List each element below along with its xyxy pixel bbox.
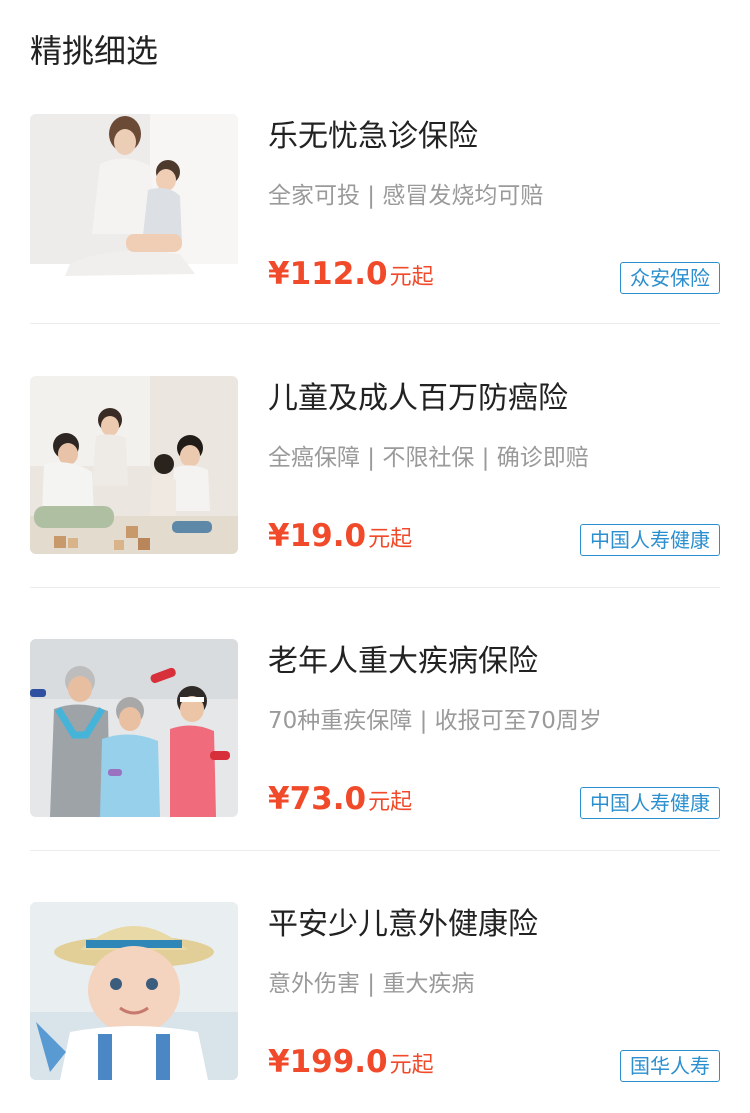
product-tags: 全癌保障 | 不限社保 | 确诊即赔 bbox=[268, 445, 589, 471]
section-title: 精挑细选 bbox=[30, 32, 159, 70]
product-price: ¥199.0元起 bbox=[268, 1044, 434, 1080]
price-amount: ¥112.0 bbox=[268, 256, 388, 292]
divider bbox=[30, 850, 720, 851]
insurer-badge: 中国人寿健康 bbox=[580, 524, 720, 556]
divider bbox=[30, 587, 720, 588]
price-amount: ¥199.0 bbox=[268, 1044, 388, 1080]
price-suffix: 元起 bbox=[368, 527, 413, 552]
product-name: 老年人重大疾病保险 bbox=[268, 644, 538, 679]
family-playing-blocks-photo bbox=[30, 376, 238, 554]
price-suffix: 元起 bbox=[389, 1053, 434, 1078]
product-name: 平安少儿意外健康险 bbox=[268, 907, 538, 942]
product-tags: 70种重疾保障 | 收报可至70周岁 bbox=[268, 708, 602, 734]
product-price: ¥112.0元起 bbox=[268, 256, 434, 292]
baby-with-hat-photo bbox=[30, 902, 238, 1080]
divider bbox=[30, 323, 720, 324]
price-suffix: 元起 bbox=[389, 265, 434, 290]
product-price: ¥73.0元起 bbox=[268, 781, 412, 817]
product-card[interactable]: 平安少儿意外健康险 意外伤害 | 重大疾病 ¥199.0元起 国华人寿 bbox=[30, 902, 720, 1102]
product-tags: 意外伤害 | 重大疾病 bbox=[268, 971, 475, 997]
product-tags: 全家可投 | 感冒发烧均可赔 bbox=[268, 183, 544, 209]
product-name: 乐无忧急诊保险 bbox=[268, 119, 478, 154]
product-card[interactable]: 老年人重大疾病保险 70种重疾保障 | 收报可至70周岁 ¥73.0元起 中国人… bbox=[30, 639, 720, 839]
product-name: 儿童及成人百万防癌险 bbox=[268, 381, 568, 416]
price-amount: ¥73.0 bbox=[268, 781, 367, 817]
insurer-badge: 众安保险 bbox=[620, 262, 720, 294]
product-card[interactable]: 儿童及成人百万防癌险 全癌保障 | 不限社保 | 确诊即赔 ¥19.0元起 中国… bbox=[30, 376, 720, 576]
product-card[interactable]: 乐无忧急诊保险 全家可投 | 感冒发烧均可赔 ¥112.0元起 众安保险 bbox=[30, 114, 720, 314]
product-list-page: 精挑细选 乐无忧急诊保险 全家可投 | 感冒发烧均可赔 ¥112.0元起 众安保… bbox=[0, 0, 750, 1113]
insurer-badge: 中国人寿健康 bbox=[580, 787, 720, 819]
seniors-exercising-photo bbox=[30, 639, 238, 817]
product-price: ¥19.0元起 bbox=[268, 518, 412, 554]
price-suffix: 元起 bbox=[368, 790, 413, 815]
insurer-badge: 国华人寿 bbox=[620, 1050, 720, 1082]
mother-child-photo bbox=[30, 114, 238, 292]
price-amount: ¥19.0 bbox=[268, 518, 367, 554]
